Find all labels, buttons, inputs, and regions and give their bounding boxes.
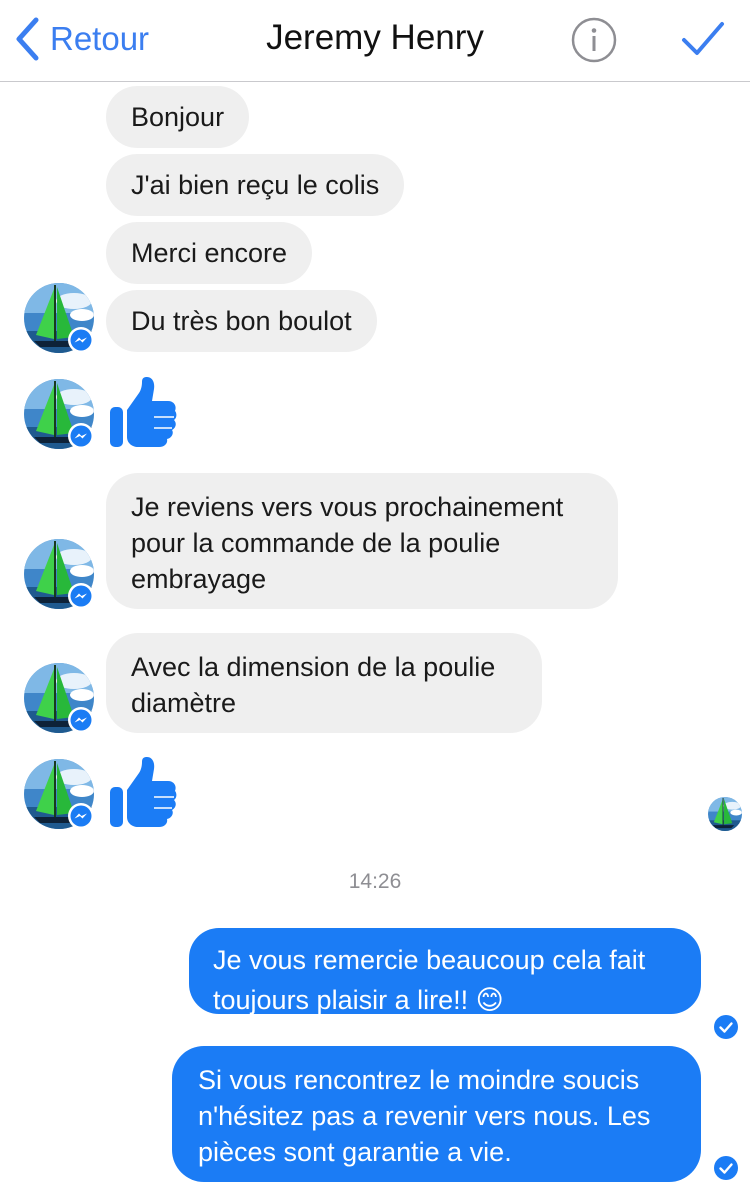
outgoing-message[interactable]: Si vous rencontrez le moindre soucis n'h… xyxy=(172,1046,701,1182)
conversation-title: Jeremy Henry xyxy=(266,18,484,57)
messenger-badge-icon xyxy=(67,706,95,734)
delivered-check-icon xyxy=(713,1014,739,1040)
timestamp: 14:26 xyxy=(348,870,402,893)
seen-avatar xyxy=(708,797,742,831)
contact-avatar[interactable] xyxy=(24,379,94,449)
back-button[interactable]: Retour xyxy=(14,16,149,62)
delivered-check-icon xyxy=(713,1155,739,1181)
messenger-badge-icon xyxy=(67,802,95,830)
messenger-badge-icon xyxy=(67,582,95,610)
outgoing-message[interactable]: Je vous remercie beaucoup cela fait touj… xyxy=(189,928,701,1015)
contact-avatar[interactable] xyxy=(24,663,94,733)
message-line: Avec la dimension de la poulie xyxy=(131,652,496,682)
incoming-message[interactable]: Merci encore xyxy=(106,222,313,284)
message-line: toujours plaisir a lire!! 😊 xyxy=(213,985,504,1015)
chevron-left-icon xyxy=(16,17,39,61)
incoming-message[interactable]: Avec la dimension de la poulie diamètre xyxy=(106,633,542,733)
incoming-message[interactable]: J'ai bien reçu le colis xyxy=(106,154,405,216)
contact-avatar[interactable] xyxy=(24,283,94,353)
thumbs-up-icon[interactable] xyxy=(108,377,178,449)
contact-avatar[interactable] xyxy=(24,759,94,829)
message-line: pièces sont garantie a vie. xyxy=(198,1137,512,1167)
incoming-message[interactable]: Je reviens vers vous prochainement pour … xyxy=(106,473,618,609)
message-line: n'hésitez pas a revenir vers nous. Les xyxy=(198,1101,651,1131)
messenger-badge-icon xyxy=(67,422,95,450)
incoming-message[interactable]: Du très bon boulot xyxy=(106,290,377,352)
message-line: embrayage xyxy=(131,564,267,594)
message-line: Je vous remercie beaucoup cela fait xyxy=(213,945,646,975)
thumbs-up-icon[interactable] xyxy=(108,757,178,829)
info-icon[interactable] xyxy=(570,16,618,64)
message-line: Si vous rencontrez le moindre soucis xyxy=(198,1065,640,1095)
incoming-message[interactable]: Bonjour xyxy=(106,86,250,148)
back-label: Retour xyxy=(50,20,150,57)
message-line: diamètre xyxy=(131,688,237,718)
message-line: Je reviens vers vous prochainement xyxy=(131,492,564,522)
navigation-bar: Retour Jeremy Henry xyxy=(0,0,750,82)
message-line: pour la commande de la poulie xyxy=(131,528,501,558)
contact-avatar[interactable] xyxy=(24,539,94,609)
messenger-badge-icon xyxy=(67,326,95,354)
checkmark-icon[interactable] xyxy=(680,18,726,60)
